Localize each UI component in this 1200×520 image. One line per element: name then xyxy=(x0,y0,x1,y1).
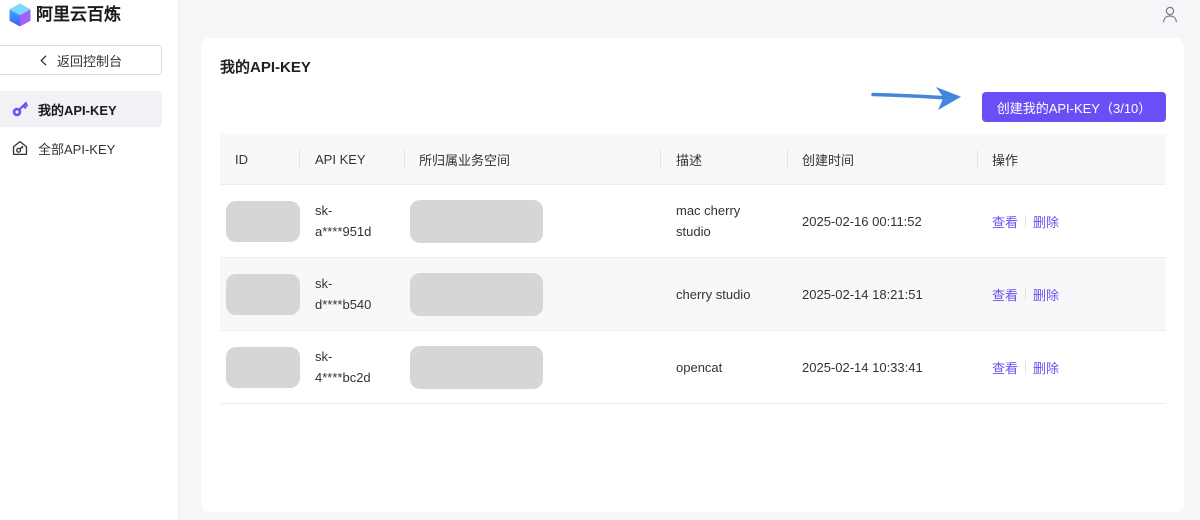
table-row: sk- 4****bc2d opencat 2025-02-14 10:33:41… xyxy=(220,331,1166,404)
column-header-api-key: API KEY xyxy=(299,134,404,184)
api-key-table: ID API KEY 所归属业务空间 描述 创建时间 操作 sk-a****95… xyxy=(220,134,1166,404)
table-header: ID API KEY 所归属业务空间 描述 创建时间 操作 xyxy=(220,134,1166,185)
action-divider xyxy=(1025,288,1027,300)
redacted-workspace xyxy=(410,345,543,389)
delete-button[interactable]: 删除 xyxy=(1033,285,1059,304)
created-at-value: 2025-02-14 18:21:51 xyxy=(802,286,923,302)
delete-button[interactable]: 删除 xyxy=(1033,212,1059,231)
table-row: sk-a****951d mac cherry studio 2025-02-1… xyxy=(220,185,1166,258)
column-header-actions: 操作 xyxy=(977,134,1166,184)
created-at-cell: 2025-02-14 10:33:41 xyxy=(787,331,977,403)
sidebar: 阿里云百炼 返回控制台 我的API-KEY 全部API-KEY xyxy=(0,0,179,520)
sidebar-item-label: 我的API-KEY xyxy=(38,102,117,118)
delete-button[interactable]: 删除 xyxy=(1033,358,1059,377)
view-button[interactable]: 查看 xyxy=(992,212,1018,231)
bailian-logo-icon xyxy=(9,3,31,27)
workspace-cell xyxy=(404,185,660,257)
redacted-workspace xyxy=(410,272,543,316)
api-key-value: sk- 4****bc2d xyxy=(315,349,371,385)
description-value: opencat xyxy=(676,359,723,375)
api-key-panel: 我的API-KEY 创建我的API-KEY（3/10） ID API KEY 所… xyxy=(201,38,1184,512)
action-divider xyxy=(1025,215,1027,227)
description-cell: cherry studio xyxy=(660,258,787,330)
create-api-key-button[interactable]: 创建我的API-KEY（3/10） xyxy=(982,92,1166,122)
created-at-cell: 2025-02-16 00:11:52 xyxy=(787,185,977,257)
sidebar-item-label: 全部API-KEY xyxy=(38,141,116,157)
arrow-right-icon xyxy=(870,84,965,114)
page-title: 我的API-KEY xyxy=(220,59,311,76)
description-cell: opencat xyxy=(660,331,787,403)
description-value: cherry studio xyxy=(676,286,751,302)
description-value: mac cherry studio xyxy=(676,203,741,239)
actions-cell: 查看 删除 xyxy=(977,258,1166,330)
actions-cell: 查看 删除 xyxy=(977,331,1166,403)
redacted-workspace xyxy=(410,199,543,243)
app-name: 阿里云百炼 xyxy=(36,5,121,24)
column-header-id: ID xyxy=(235,151,248,167)
redacted-id xyxy=(226,273,300,315)
column-header-created-at: 创建时间 xyxy=(787,134,977,184)
app-logo[interactable]: 阿里云百炼 xyxy=(9,3,121,27)
action-divider xyxy=(1025,361,1027,373)
description-cell: mac cherry studio xyxy=(660,185,787,257)
back-button-label: 返回控制台 xyxy=(57,53,123,69)
table-row: sk-d****b540 cherry studio 2025-02-14 18… xyxy=(220,258,1166,331)
id-cell xyxy=(220,185,300,257)
user-icon[interactable] xyxy=(1162,6,1178,23)
redacted-id xyxy=(226,200,300,242)
workspace-cell xyxy=(404,331,660,403)
view-button[interactable]: 查看 xyxy=(992,358,1018,377)
created-at-value: 2025-02-14 10:33:41 xyxy=(802,359,923,375)
view-button[interactable]: 查看 xyxy=(992,285,1018,304)
column-header-workspace: 所归属业务空间 xyxy=(404,134,660,184)
id-cell xyxy=(220,258,300,330)
sidebar-item-all-api-key[interactable]: 全部API-KEY xyxy=(0,130,162,166)
id-cell xyxy=(220,331,300,403)
created-at-value: 2025-02-16 00:11:52 xyxy=(802,213,922,229)
sidebar-item-my-api-key[interactable]: 我的API-KEY xyxy=(0,91,162,127)
api-key-cell: sk- 4****bc2d xyxy=(299,331,404,403)
house-key-icon xyxy=(12,140,28,156)
back-to-console-button[interactable]: 返回控制台 xyxy=(0,45,162,75)
actions-cell: 查看 删除 xyxy=(977,185,1166,257)
redacted-id xyxy=(226,346,300,388)
chevron-left-icon xyxy=(40,54,57,66)
column-header-description: 描述 xyxy=(660,134,787,184)
api-key-cell: sk-d****b540 xyxy=(299,258,404,330)
api-key-cell: sk-a****951d xyxy=(299,185,404,257)
created-at-cell: 2025-02-14 18:21:51 xyxy=(787,258,977,330)
workspace-cell xyxy=(404,258,660,330)
key-icon xyxy=(12,101,29,117)
api-key-value: sk-d****b540 xyxy=(315,276,372,312)
api-key-value: sk-a****951d xyxy=(315,203,372,239)
